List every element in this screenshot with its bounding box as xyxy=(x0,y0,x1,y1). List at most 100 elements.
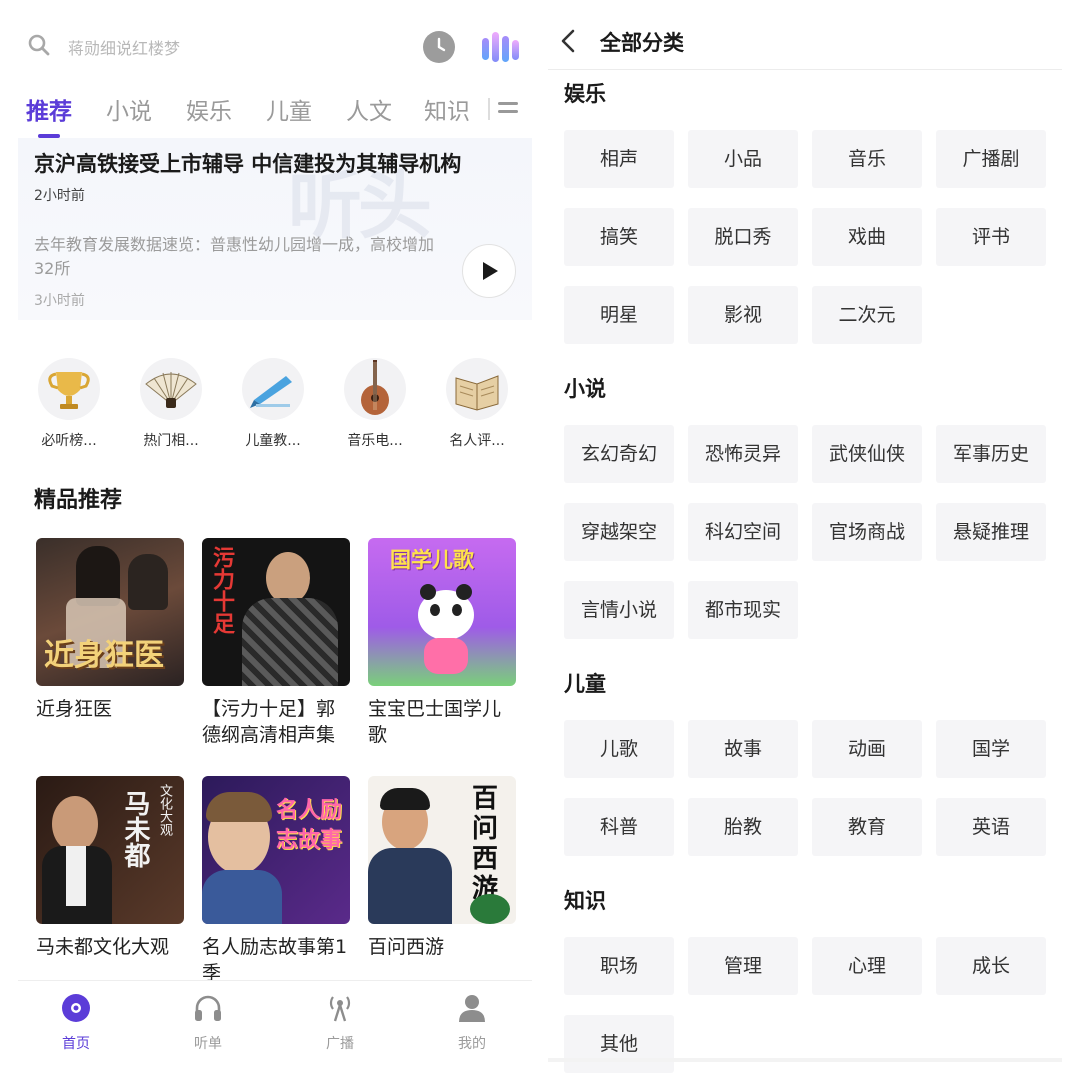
album-cover[interactable]: 马未都 文化大观 xyxy=(36,776,184,924)
category-chip[interactable]: 言情小说 xyxy=(564,581,674,639)
category-chip[interactable]: 武侠仙侠 xyxy=(812,425,922,483)
category-chip[interactable]: 明星 xyxy=(564,286,674,344)
category-chip[interactable]: 音乐 xyxy=(812,130,922,188)
quick-item-chart[interactable]: 必听榜... xyxy=(24,358,114,458)
quick-item-celebrity[interactable]: 名人评... xyxy=(432,358,522,458)
category-chip[interactable]: 科幻空间 xyxy=(688,503,798,561)
album-cover[interactable]: 百问西游 xyxy=(368,776,516,924)
category-chip[interactable]: 其他 xyxy=(564,1015,674,1073)
category-chip[interactable]: 动画 xyxy=(812,720,922,778)
category-chip[interactable]: 心理 xyxy=(812,937,922,995)
tabbar-label: 首页 xyxy=(62,1036,90,1052)
category-chip[interactable]: 穿越架空 xyxy=(564,503,674,561)
album-title[interactable]: 【污力十足】郭德纲高清相声集 xyxy=(202,696,350,748)
category-chip[interactable]: 英语 xyxy=(936,798,1046,856)
menu-icon[interactable] xyxy=(498,102,518,118)
tabbar-profile[interactable]: 我的 xyxy=(432,993,512,1053)
play-icon xyxy=(483,262,498,280)
quick-item-label: 热门相... xyxy=(143,433,199,449)
bottom-tab-bar: 首页 听单 广播 我的 xyxy=(18,980,532,1060)
category-chip[interactable]: 小品 xyxy=(688,130,798,188)
quick-item-label: 音乐电... xyxy=(347,433,403,449)
tabbar-playlist[interactable]: 听单 xyxy=(168,993,248,1053)
search-icon xyxy=(28,34,50,56)
category-chip[interactable]: 成长 xyxy=(936,937,1046,995)
player-bars-icon[interactable] xyxy=(480,30,522,64)
home-screen: 蒋勋细说红楼梦 推荐 小说 娱乐 儿童 人文 知识 听头 京沪高铁接受上市辅导 … xyxy=(18,0,532,1080)
category-chip[interactable]: 评书 xyxy=(936,208,1046,266)
pen-icon xyxy=(250,376,292,408)
cover-subtitle: 文化大观 xyxy=(157,784,172,836)
category-chip[interactable]: 玄幻奇幻 xyxy=(564,425,674,483)
tab-knowledge[interactable]: 知识 xyxy=(424,92,470,126)
album-cover[interactable]: 近身狂医 xyxy=(36,538,184,686)
category-heading-novel: 小说 xyxy=(564,377,606,401)
album-title[interactable]: 近身狂医 xyxy=(36,696,184,722)
category-chip[interactable]: 影视 xyxy=(688,286,798,344)
album-card[interactable]: 马未都 文化大观 马未都文化大观 xyxy=(36,776,184,960)
tab-entertainment[interactable]: 娱乐 xyxy=(186,92,232,126)
quick-item-label: 必听榜... xyxy=(41,433,97,449)
tabbar-home[interactable]: 首页 xyxy=(36,993,116,1053)
album-card[interactable]: 名人励志故事 名人励志故事第1季 xyxy=(202,776,350,986)
category-chip[interactable]: 国学 xyxy=(936,720,1046,778)
tab-recommend[interactable]: 推荐 xyxy=(26,92,72,126)
quick-item-label: 名人评... xyxy=(449,433,505,449)
category-chip[interactable]: 广播剧 xyxy=(936,130,1046,188)
history-clock-icon[interactable] xyxy=(423,31,455,63)
quick-entry-row: 必听榜... 热门相... 儿童教... 音乐电... 名人评... xyxy=(18,358,532,458)
category-chip[interactable]: 胎教 xyxy=(688,798,798,856)
category-chip[interactable]: 管理 xyxy=(688,937,798,995)
news-card[interactable]: 听头 京沪高铁接受上市辅导 中信建投为其辅导机构 2小时前 去年教育发展数据速览… xyxy=(18,138,532,320)
tabbar-label: 广播 xyxy=(326,1036,354,1052)
search-placeholder[interactable]: 蒋勋细说红楼梦 xyxy=(68,35,180,59)
tab-novel[interactable]: 小说 xyxy=(106,92,152,126)
category-chip[interactable]: 官场商战 xyxy=(812,503,922,561)
headphones-icon xyxy=(195,995,221,1021)
user-icon xyxy=(459,995,485,1022)
album-title[interactable]: 百问西游 xyxy=(368,934,516,960)
album-card[interactable]: 国学儿歌 宝宝巴士国学儿歌 xyxy=(368,538,516,748)
category-chip[interactable]: 搞笑 xyxy=(564,208,674,266)
quick-item-music[interactable]: 音乐电... xyxy=(330,358,420,458)
news-description[interactable]: 去年教育发展数据速览：普惠性幼儿园增一成，高校增加32所 xyxy=(34,233,444,281)
tab-humanities[interactable]: 人文 xyxy=(346,92,392,126)
category-chip[interactable]: 相声 xyxy=(564,130,674,188)
category-chip[interactable]: 脱口秀 xyxy=(688,208,798,266)
category-chip[interactable]: 科普 xyxy=(564,798,674,856)
album-title[interactable]: 宝宝巴士国学儿歌 xyxy=(368,696,516,748)
category-chip[interactable]: 职场 xyxy=(564,937,674,995)
back-arrow-icon[interactable] xyxy=(558,28,580,54)
quick-item-crosstalk[interactable]: 热门相... xyxy=(126,358,216,458)
category-chip[interactable]: 故事 xyxy=(688,720,798,778)
album-card[interactable]: 百问西游 百问西游 xyxy=(368,776,516,960)
section-title: 精品推荐 xyxy=(34,488,123,513)
tabbar-radio[interactable]: 广播 xyxy=(300,993,380,1053)
album-cover[interactable]: 名人励志故事 xyxy=(202,776,350,924)
category-chip[interactable]: 都市现实 xyxy=(688,581,798,639)
category-chip[interactable]: 悬疑推理 xyxy=(936,503,1046,561)
cover-title: 百问西游 xyxy=(471,784,498,904)
all-categories-screen: 全部分类 娱乐 相声 小品 音乐 广播剧 搞笑 脱口秀 戏曲 评书 明星 影视 … xyxy=(548,0,1062,1073)
cover-title: 国学儿歌 xyxy=(390,548,474,572)
category-chip[interactable]: 戏曲 xyxy=(812,208,922,266)
play-button[interactable] xyxy=(462,244,516,298)
category-chip[interactable]: 恐怖灵异 xyxy=(688,425,798,483)
search-bar[interactable]: 蒋勋细说红楼梦 xyxy=(18,22,532,70)
category-chip[interactable]: 二次元 xyxy=(812,286,922,344)
album-title[interactable]: 名人励志故事第1季 xyxy=(202,934,350,986)
album-card[interactable]: 近身狂医 近身狂医 xyxy=(36,538,184,722)
album-title[interactable]: 马未都文化大观 xyxy=(36,934,184,960)
quick-item-kids-edu[interactable]: 儿童教... xyxy=(228,358,318,458)
news-headline[interactable]: 京沪高铁接受上市辅导 中信建投为其辅导机构 xyxy=(34,148,461,178)
album-cover[interactable]: 污力十足 xyxy=(202,538,350,686)
fan-icon xyxy=(145,372,197,408)
category-chip[interactable]: 军事历史 xyxy=(936,425,1046,483)
broadcast-icon xyxy=(329,996,351,1022)
album-cover[interactable]: 国学儿歌 xyxy=(368,538,516,686)
category-chip[interactable]: 教育 xyxy=(812,798,922,856)
tab-children[interactable]: 儿童 xyxy=(266,92,312,126)
album-card[interactable]: 污力十足 【污力十足】郭德纲高清相声集 xyxy=(202,538,350,748)
category-chip[interactable]: 儿歌 xyxy=(564,720,674,778)
cover-title: 污力十足 xyxy=(209,546,235,634)
